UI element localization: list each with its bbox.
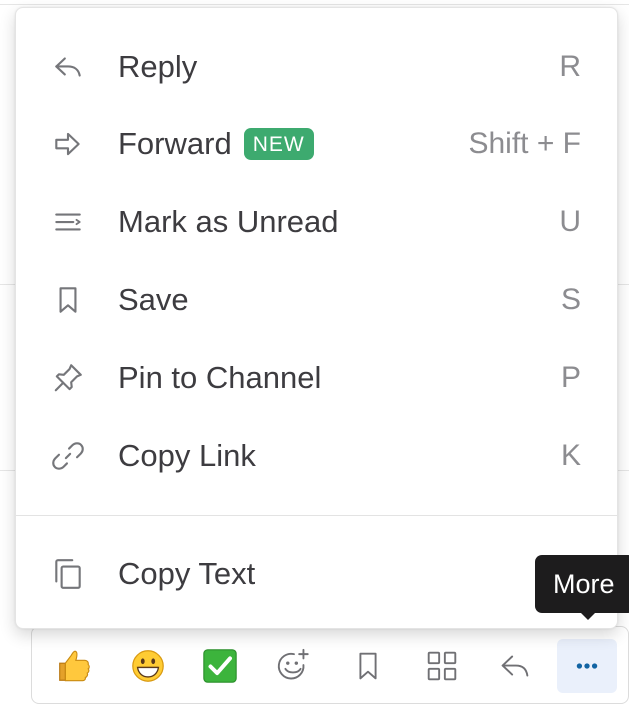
check-reaction-button[interactable] bbox=[190, 639, 250, 693]
add-emoji-icon bbox=[277, 648, 309, 680]
menu-item-label: Mark as Unread bbox=[118, 204, 339, 239]
link-icon bbox=[50, 438, 86, 474]
grinning-face-emoji-icon bbox=[132, 650, 164, 682]
menu-item-shortcut: S bbox=[560, 283, 581, 316]
bookmark-icon bbox=[50, 282, 86, 318]
more-dots-icon bbox=[576, 663, 598, 669]
grinning-reaction-button[interactable] bbox=[118, 639, 178, 693]
menu-item-label: Copy Link bbox=[118, 438, 256, 473]
menu-item-mark-unread[interactable]: Mark as Unread U bbox=[16, 187, 617, 257]
menu-item-shortcut: Shift + F bbox=[468, 127, 581, 160]
more-actions-button[interactable] bbox=[557, 639, 617, 693]
add-reaction-button[interactable] bbox=[263, 639, 323, 693]
background-divider bbox=[0, 4, 629, 5]
reply-icon bbox=[50, 49, 86, 85]
more-tooltip: More bbox=[535, 555, 629, 613]
bookmark-icon bbox=[359, 652, 377, 680]
menu-item-copy-text[interactable]: Copy Text C bbox=[16, 539, 617, 609]
pin-icon bbox=[50, 360, 86, 396]
apps-grid-icon bbox=[427, 651, 457, 681]
menu-item-save[interactable]: Save S bbox=[16, 265, 617, 335]
menu-item-copy-link[interactable]: Copy Link K bbox=[16, 421, 617, 491]
tooltip-arrow bbox=[579, 611, 597, 620]
reply-button[interactable] bbox=[485, 639, 545, 693]
menu-item-label: Reply bbox=[118, 49, 198, 84]
menu-item-label: Pin to Channel bbox=[118, 360, 322, 395]
menu-item-shortcut: R bbox=[559, 50, 581, 83]
message-action-toolbar bbox=[31, 626, 629, 704]
menu-item-shortcut: U bbox=[559, 205, 581, 238]
forward-arrow-icon bbox=[50, 126, 86, 162]
save-message-button[interactable] bbox=[338, 639, 398, 693]
new-badge: NEW bbox=[243, 128, 314, 160]
menu-item-label: Copy Text bbox=[118, 556, 256, 591]
forward-label-text: Forward bbox=[118, 126, 232, 161]
menu-item-shortcut: K bbox=[560, 439, 581, 472]
menu-item-label: Save bbox=[118, 282, 189, 317]
message-actions-menu: Reply R Forward NEW Shift + F Mark as Un… bbox=[15, 7, 618, 629]
menu-item-forward[interactable]: Forward NEW Shift + F bbox=[16, 109, 617, 179]
menu-item-shortcut: P bbox=[560, 361, 581, 394]
menu-item-label: Forward NEW bbox=[118, 126, 314, 162]
menu-item-reply[interactable]: Reply R bbox=[16, 32, 617, 102]
white-check-mark-emoji-icon bbox=[203, 649, 237, 683]
menu-divider bbox=[16, 515, 617, 516]
thumbs-up-reaction-button[interactable] bbox=[43, 639, 103, 693]
reply-icon bbox=[501, 655, 529, 677]
apps-button[interactable] bbox=[412, 639, 472, 693]
copy-icon bbox=[50, 556, 86, 592]
thumbs-up-emoji-icon bbox=[59, 650, 90, 682]
mark-unread-icon bbox=[50, 204, 86, 240]
menu-item-pin[interactable]: Pin to Channel P bbox=[16, 343, 617, 413]
